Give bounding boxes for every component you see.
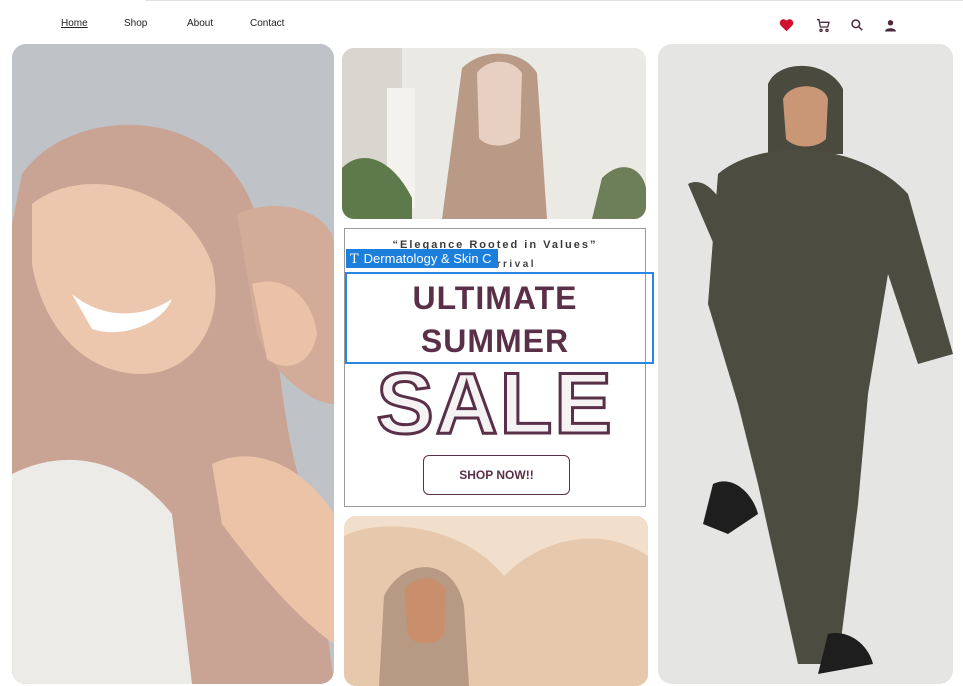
user-icon[interactable]: [881, 16, 899, 34]
cart-icon[interactable]: [814, 16, 832, 34]
nav-home-link[interactable]: Home: [61, 18, 88, 29]
promo-card: “Elegance Rooted in Values” New Arrival …: [344, 228, 654, 507]
nav-shop-link[interactable]: Shop: [124, 18, 147, 29]
heart-icon[interactable]: [777, 16, 795, 34]
hero-photo-left: [12, 44, 334, 684]
search-icon[interactable]: [848, 16, 866, 34]
text-tool-icon: T: [350, 252, 359, 267]
selected-layer-label: Dermatology & Skin C: [363, 251, 492, 266]
header-divider: [145, 0, 963, 1]
hero-photo-top-center: [342, 48, 646, 219]
hero-photo-bottom-center: [344, 516, 648, 686]
sale-text: SALE: [375, 356, 614, 452]
nav-contact-link[interactable]: Contact: [250, 18, 284, 29]
nav-about-link[interactable]: About: [187, 18, 213, 29]
shop-now-button[interactable]: SHOP NOW!!: [423, 455, 570, 495]
selected-layer-badge[interactable]: T Dermatology & Skin C: [346, 249, 498, 268]
hero-photo-right: [658, 44, 953, 684]
selection-box[interactable]: [345, 272, 654, 364]
